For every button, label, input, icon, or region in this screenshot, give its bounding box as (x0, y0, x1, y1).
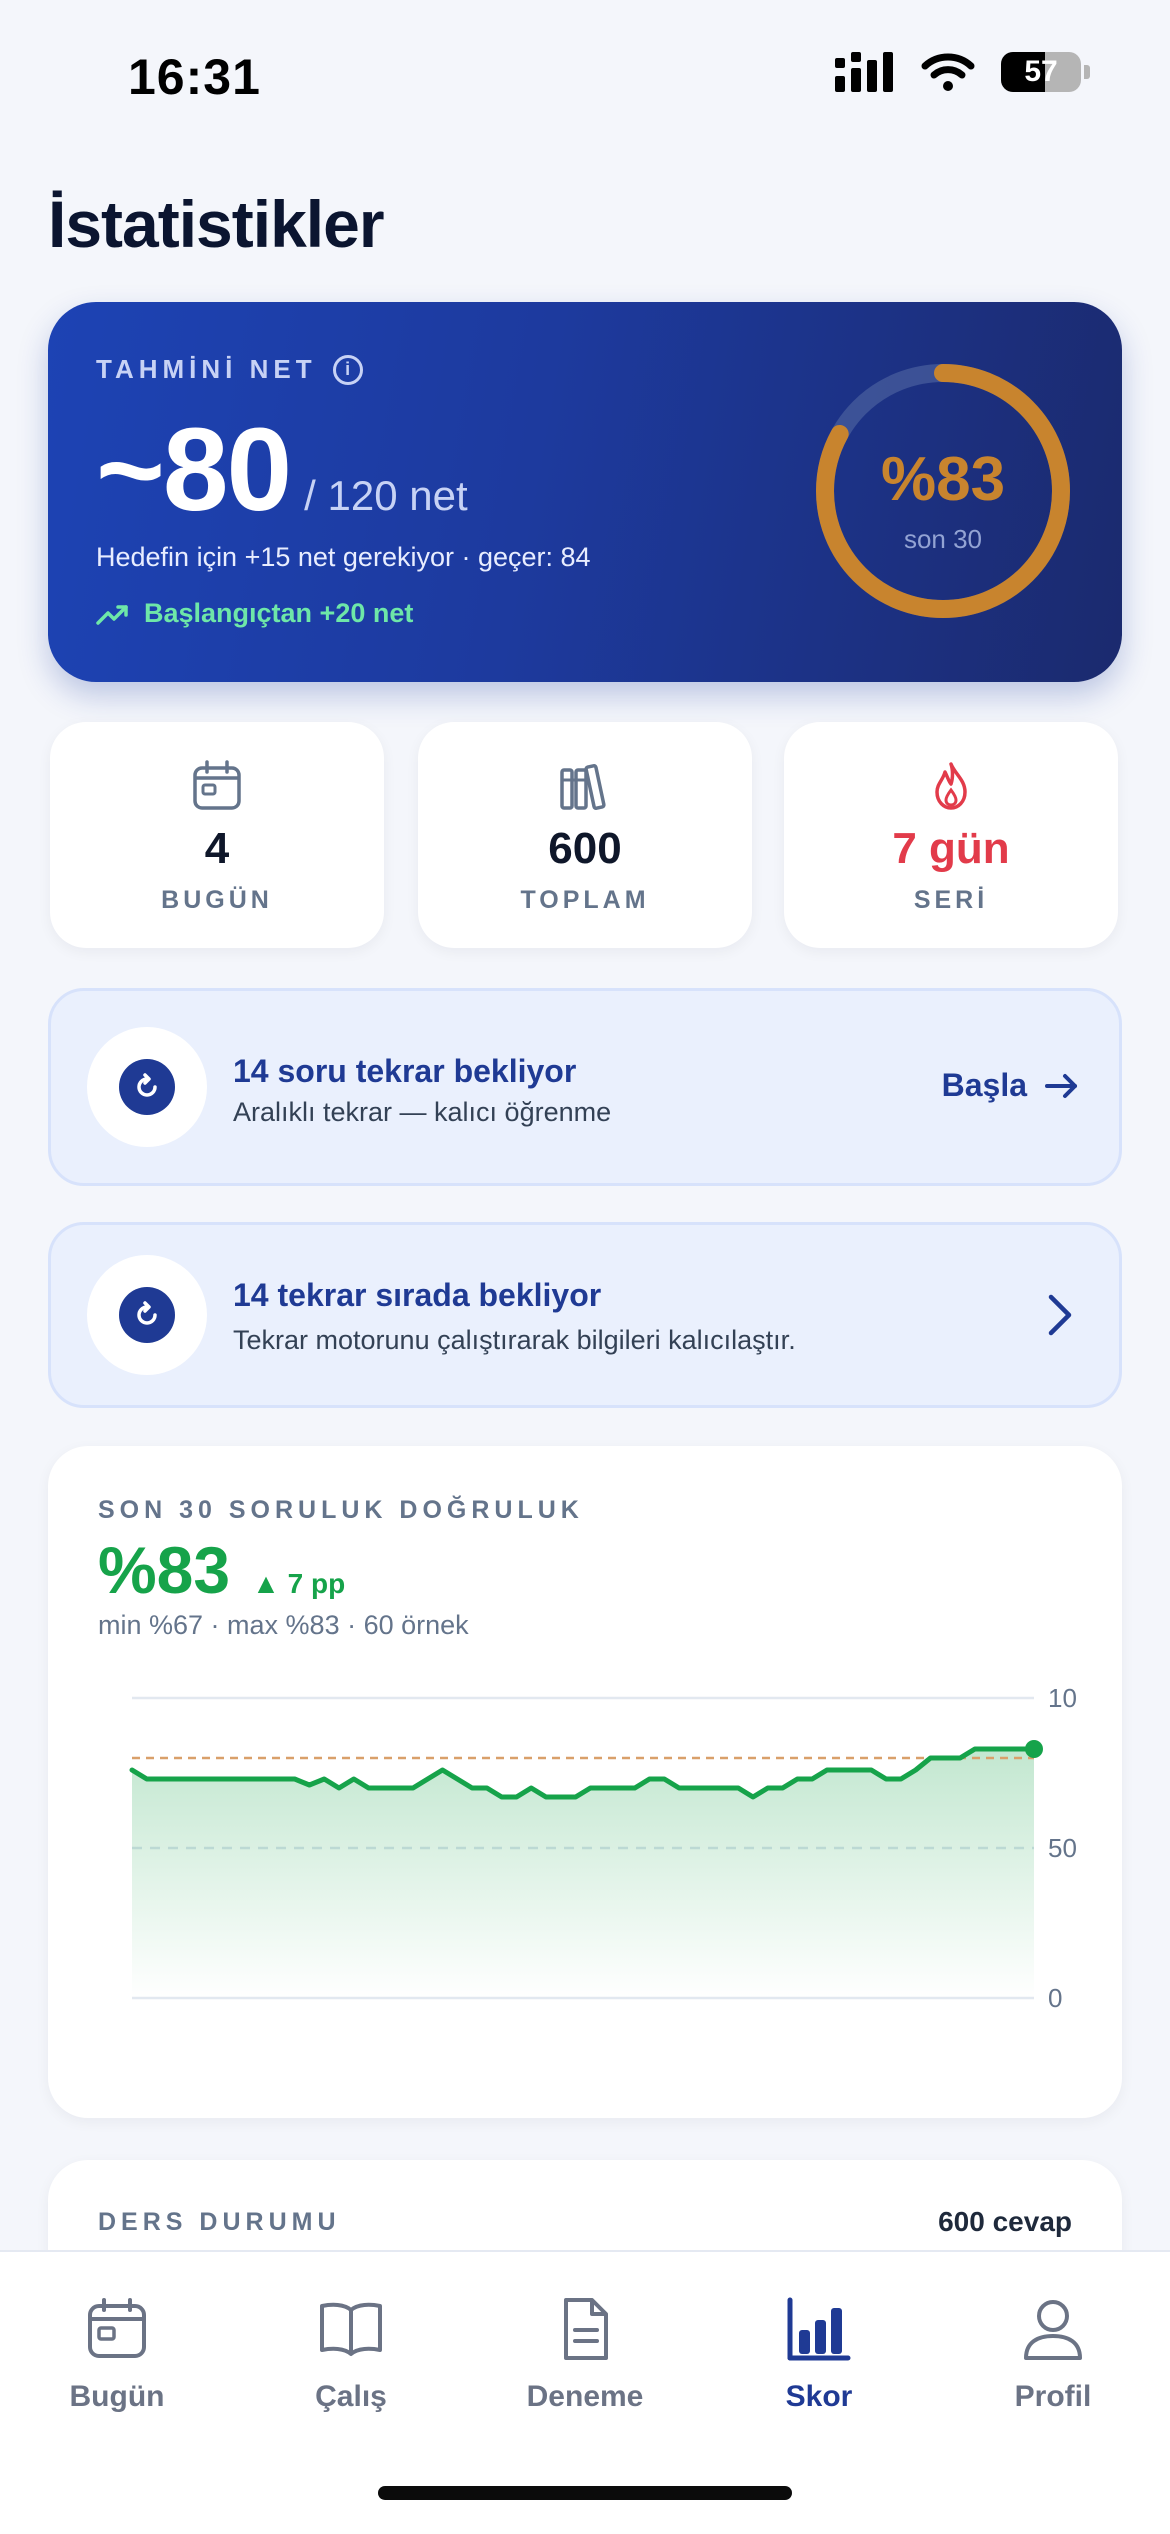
start-review-button[interactable]: Başla (942, 1067, 1079, 1104)
ring-caption: son 30 (904, 524, 982, 554)
bar-chart-icon (787, 2297, 851, 2361)
estimated-net-max: / 120 net (304, 472, 468, 519)
stat-label: BUGÜN (161, 886, 273, 914)
review-queue-card[interactable]: 14 tekrar sırada bekliyor Tekrar motorun… (48, 1222, 1122, 1408)
stat-card-today[interactable]: 4 BUGÜN (50, 722, 384, 948)
review-queue-title: 14 tekrar sırada bekliyor (233, 1277, 602, 1313)
stat-card-streak[interactable]: 7 gün SERİ (784, 722, 1118, 948)
status-time: 16:31 (128, 49, 261, 105)
tab-label: Bugün (69, 2380, 165, 2413)
accuracy-last-point (1025, 1740, 1043, 1758)
review-icon-wrap (87, 1027, 207, 1147)
home-indicator (378, 2486, 792, 2500)
tab-exam[interactable]: Deneme (468, 2296, 702, 2414)
wifi-icon (921, 53, 975, 91)
review-due-subtitle: Aralıklı tekrar — kalıcı öğrenme (233, 1097, 612, 1127)
y-tick-label: 50 (1048, 1833, 1077, 1863)
course-status-label: DERS DURUMU (98, 2208, 341, 2236)
estimated-net-card[interactable]: TAHMİNİ NET i ~80 / 120 net Hedefin için… (48, 302, 1122, 682)
arrow-right-icon (1045, 1073, 1077, 1098)
accuracy-line-chart: 0 50 10 (129, 1683, 1077, 2013)
estimated-net-value: ~80 (96, 404, 292, 536)
stat-value: 4 (204, 824, 230, 873)
refresh-icon (119, 1287, 175, 1343)
book-icon (320, 2302, 382, 2356)
calendar-icon (88, 2298, 146, 2358)
tab-study[interactable]: Çalış (234, 2296, 468, 2414)
trend-text: Başlangıçtan +20 net (144, 598, 414, 628)
flame-icon (935, 762, 967, 810)
stat-label: SERİ (913, 886, 989, 914)
accuracy-value-row: %83 ▲ 7 pp (98, 1532, 345, 1608)
tab-profile[interactable]: Profil (936, 2296, 1170, 2414)
accuracy-chart-card: SON 30 SORULUK DOĞRULUK %83 ▲ 7 pp min %… (48, 1446, 1122, 2118)
status-icons: 57 (835, 52, 1090, 92)
stat-value: 600 (548, 824, 622, 873)
battery-level: 57 (1024, 55, 1058, 88)
accuracy-delta: ▲ 7 pp (252, 1568, 346, 1599)
cellular-signal-icon (835, 52, 893, 92)
ring-percent: %83 (881, 445, 1005, 514)
battery-icon: 57 (1001, 52, 1081, 92)
accuracy-area (132, 1749, 1034, 1998)
tab-label: Profil (1014, 2380, 1092, 2413)
start-review-label: Başla (941, 1067, 1027, 1103)
tab-score[interactable]: Skor (702, 2296, 936, 2414)
chevron-right-icon[interactable] (1047, 1293, 1073, 1337)
accuracy-label: SON 30 SORULUK DOĞRULUK (98, 1496, 584, 1524)
review-due-card[interactable]: 14 soru tekrar bekliyor Aralıklı tekrar … (48, 988, 1122, 1186)
tab-label: Çalış (315, 2380, 387, 2413)
tab-label: Skor (785, 2380, 853, 2413)
accuracy-delta-value: 7 pp (287, 1568, 346, 1599)
trend-up-icon (96, 604, 128, 625)
accuracy-ring: %83 son 30 (816, 364, 1070, 618)
tab-today[interactable]: Bugün (0, 2296, 234, 2414)
document-icon (564, 2298, 608, 2360)
y-tick-label: 0 (1048, 1983, 1062, 2013)
estimated-net-value-row: ~80 / 120 net (96, 402, 468, 538)
accuracy-minmax: min %67 · max %83 · 60 örnek (98, 1610, 469, 1640)
accuracy-value: %83 (98, 1533, 231, 1607)
stat-value: 7 gün (892, 824, 1010, 873)
person-icon (1024, 2300, 1082, 2360)
page-title: İstatistikler (48, 187, 384, 261)
goal-need-text: Hedefin için +15 net gerekiyor · geçer: … (96, 542, 591, 572)
stat-label: TOPLAM (520, 886, 650, 914)
calendar-icon (193, 760, 241, 810)
review-queue-subtitle: Tekrar motorunu çalıştırarak bilgileri k… (233, 1325, 796, 1355)
review-due-title: 14 soru tekrar bekliyor (233, 1053, 577, 1089)
y-tick-label: 10 (1048, 1683, 1077, 1713)
refresh-icon (119, 1059, 175, 1115)
trend-row: Başlangıçtan +20 net (96, 598, 413, 629)
info-icon[interactable]: i (332, 354, 363, 385)
stat-card-total[interactable]: 600 TOPLAM (418, 722, 752, 948)
estimated-net-label-row: TAHMİNİ NET i (96, 354, 363, 385)
review-icon-wrap (87, 1255, 207, 1375)
estimated-net-label: TAHMİNİ NET (96, 354, 317, 384)
tab-label: Deneme (526, 2380, 644, 2413)
course-answer-count: 600 cevap (938, 2206, 1072, 2237)
library-icon (560, 764, 606, 810)
